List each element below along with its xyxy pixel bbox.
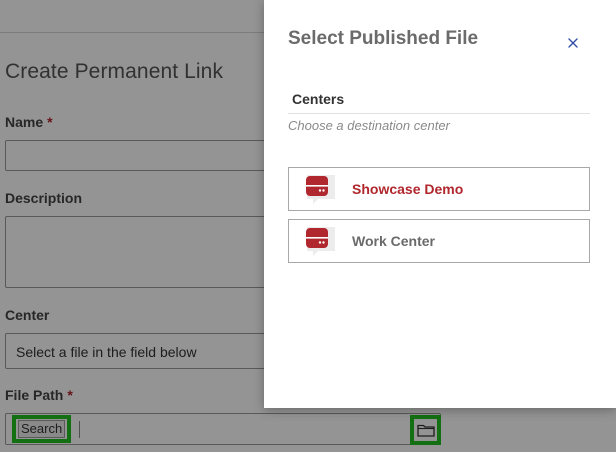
centers-heading: Centers [292, 91, 345, 107]
center-item-showcase-demo[interactable]: Showcase Demo [288, 167, 590, 211]
center-item-label: Showcase Demo [352, 181, 464, 197]
close-icon [568, 38, 578, 48]
centers-hint: Choose a destination center [288, 118, 450, 133]
select-published-file-modal: Select Published File Centers Choose a d… [264, 0, 616, 408]
server-center-icon [304, 174, 338, 211]
center-item-label: Work Center [352, 233, 435, 249]
modal-title: Select Published File [288, 28, 479, 49]
center-item-work-center[interactable]: Work Center [288, 219, 590, 263]
server-center-icon [304, 226, 338, 263]
centers-divider [288, 113, 590, 114]
close-button[interactable] [566, 36, 580, 50]
